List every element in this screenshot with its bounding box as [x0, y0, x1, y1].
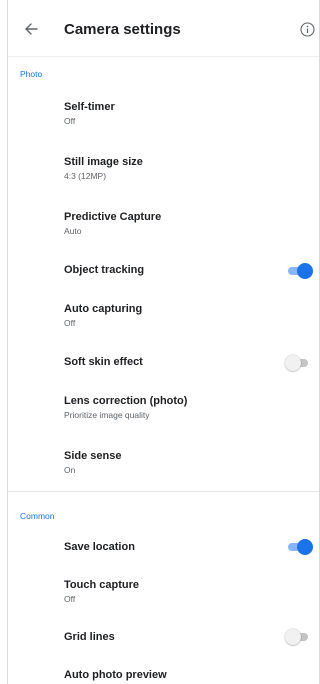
toggle-thumb	[285, 629, 301, 645]
setting-soft-skin-effect[interactable]: Soft skin effect	[64, 356, 304, 369]
object-tracking-toggle[interactable]	[285, 263, 313, 279]
section-divider	[8, 491, 319, 492]
setting-title: Self-timer	[64, 101, 115, 113]
info-icon	[299, 21, 315, 37]
setting-self-timer[interactable]: Self-timer Off	[64, 101, 304, 127]
setting-title: Side sense	[64, 450, 122, 462]
setting-title: Predictive Capture	[64, 211, 162, 223]
setting-side-sense[interactable]: Side sense On	[64, 450, 304, 476]
setting-title: Still image size	[64, 156, 143, 168]
setting-value: Off	[64, 594, 76, 604]
info-button[interactable]	[297, 19, 317, 39]
setting-value: On	[64, 465, 76, 475]
setting-title: Object tracking	[64, 264, 145, 276]
app-bar-divider	[8, 56, 319, 57]
setting-still-image-size[interactable]: Still image size 4:3 (12MP)	[64, 156, 304, 182]
setting-value: Off	[64, 116, 76, 126]
setting-title: Auto capturing	[64, 303, 143, 315]
arrow-back-icon	[25, 23, 38, 35]
setting-touch-capture[interactable]: Touch capture Off	[64, 579, 304, 605]
setting-title: Lens correction (photo)	[64, 395, 188, 407]
setting-value: Auto	[64, 226, 82, 236]
setting-value: Off	[64, 318, 76, 328]
page-title: Camera settings	[64, 21, 181, 38]
soft-skin-effect-toggle[interactable]	[285, 355, 313, 371]
section-header-photo: Photo	[20, 69, 43, 79]
setting-object-tracking[interactable]: Object tracking	[64, 264, 304, 277]
toggle-thumb	[297, 539, 313, 555]
setting-predictive-capture[interactable]: Predictive Capture Auto	[64, 211, 304, 237]
setting-title: Touch capture	[64, 579, 139, 591]
section-header-common: Common	[20, 511, 55, 521]
setting-auto-photo-preview[interactable]: Auto photo preview	[64, 669, 304, 682]
setting-title: Save location	[64, 541, 135, 553]
toggle-thumb	[285, 355, 301, 371]
setting-value: Prioritize image quality	[64, 410, 150, 420]
setting-value: 4:3 (12MP)	[64, 171, 107, 181]
back-button[interactable]	[20, 18, 42, 40]
toggle-thumb	[297, 263, 313, 279]
frame-left-edge	[7, 0, 8, 684]
setting-title: Auto photo preview	[64, 669, 167, 681]
app-bar: Camera settings	[8, 0, 319, 56]
grid-lines-toggle[interactable]	[285, 629, 313, 645]
setting-auto-capturing[interactable]: Auto capturing Off	[64, 303, 304, 329]
setting-lens-correction[interactable]: Lens correction (photo) Prioritize image…	[64, 395, 304, 421]
setting-title: Soft skin effect	[64, 356, 143, 368]
save-location-toggle[interactable]	[285, 539, 313, 555]
setting-title: Grid lines	[64, 631, 115, 643]
setting-grid-lines[interactable]: Grid lines	[64, 631, 304, 644]
setting-save-location[interactable]: Save location	[64, 541, 304, 554]
